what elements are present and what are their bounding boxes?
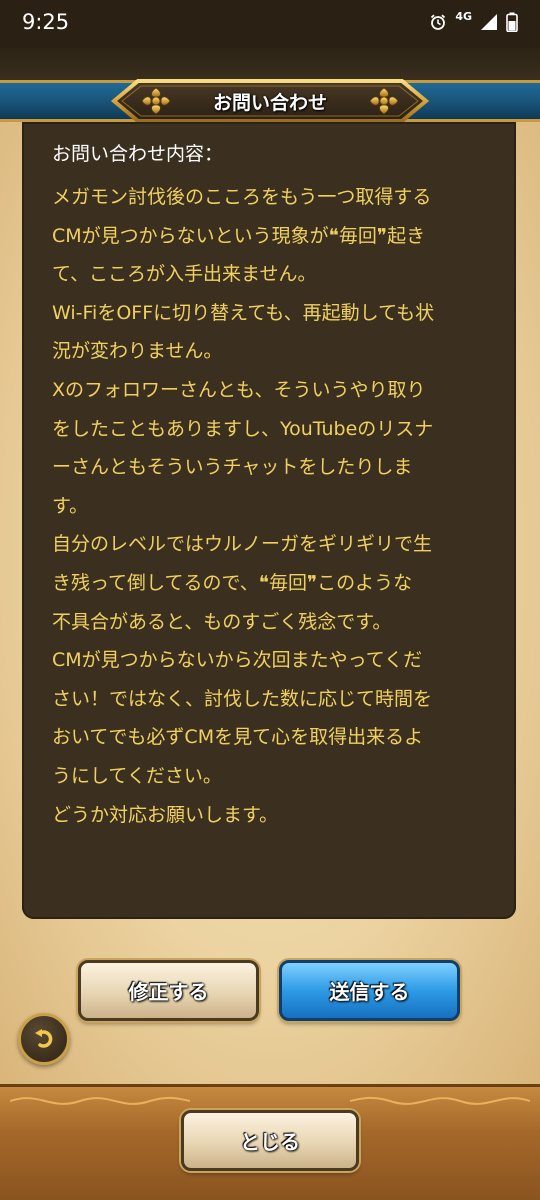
inquiry-text-line: おいてでも必ずCMを見て心を取得出来るよ [52,726,424,749]
inquiry-text-line: 況が変わりません。 [52,340,223,363]
inquiry-text-line: ーさんともそういうチャットをしたりしま [52,456,413,479]
back-button[interactable] [18,1013,70,1065]
inquiry-text-line: き残って倒してるので、❝毎回❞このような [52,571,413,594]
inquiry-text-line: メガモン討伐後のこころをもう一つ取得する [52,186,432,208]
network-type: 4G [455,9,472,23]
inquiry-text-line: CMが見つからないという現象が❝毎回❞起き [52,224,426,247]
alarm-icon [431,14,446,30]
inquiry-text-line: す。 [52,494,89,517]
inquiry-text-line: Xのフォロワーさんとも、そういうやり取り [52,378,426,401]
inquiry-text-line: CMが見つからないから次回またやってくだ [52,649,423,672]
inquiry-content-text: メガモン討伐後のこころをもう一つ取得する CMが見つからないという現象が❝毎回❞起… [52,178,500,834]
inquiry-text-line: さい！ではなく、討伐した数に応じて時間を [52,687,433,710]
inquiry-text-line: 不具合があると、ものすごく残念です。 [52,610,392,633]
inquiry-text-line: Wi-FiをOFFに切り替えても、再起動しても状 [52,301,435,324]
status-icons: 4G [429,9,518,32]
status-bar: 9:25 4G [0,0,540,48]
inquiry-text-line: をしたこともありますし、YouTubeのリスナ [52,417,434,440]
back-arrow-icon [35,1029,53,1048]
top-band [0,48,540,80]
bottom-ornament-left [10,1096,190,1105]
signal-icon [481,14,497,30]
header-plaque: お問い合わせ [104,78,436,124]
inquiry-text-line: 自分のレベルではウルノーガをギリギリで生 [52,533,433,556]
battery-icon [506,12,518,32]
page-title: お問い合わせ [212,91,327,114]
inquiry-text-line: どうか対応お願いします。 [52,803,279,826]
edit-button[interactable]: 修正する [78,960,259,1021]
bottom-ornament-right [350,1096,530,1105]
inquiry-text-line: て、こころが入手出来ません。 [52,263,317,286]
send-button[interactable]: 送信する [279,960,460,1021]
inquiry-content-label: お問い合わせ内容： [52,143,224,165]
status-time: 9:25 [22,10,70,34]
inquiry-content-panel: お問い合わせ内容： メガモン討伐後のこころをもう一つ取得する CMが見つからないと… [22,122,516,919]
inquiry-text-line: うにしてください。 [52,764,222,787]
close-button[interactable]: とじる [181,1110,359,1171]
